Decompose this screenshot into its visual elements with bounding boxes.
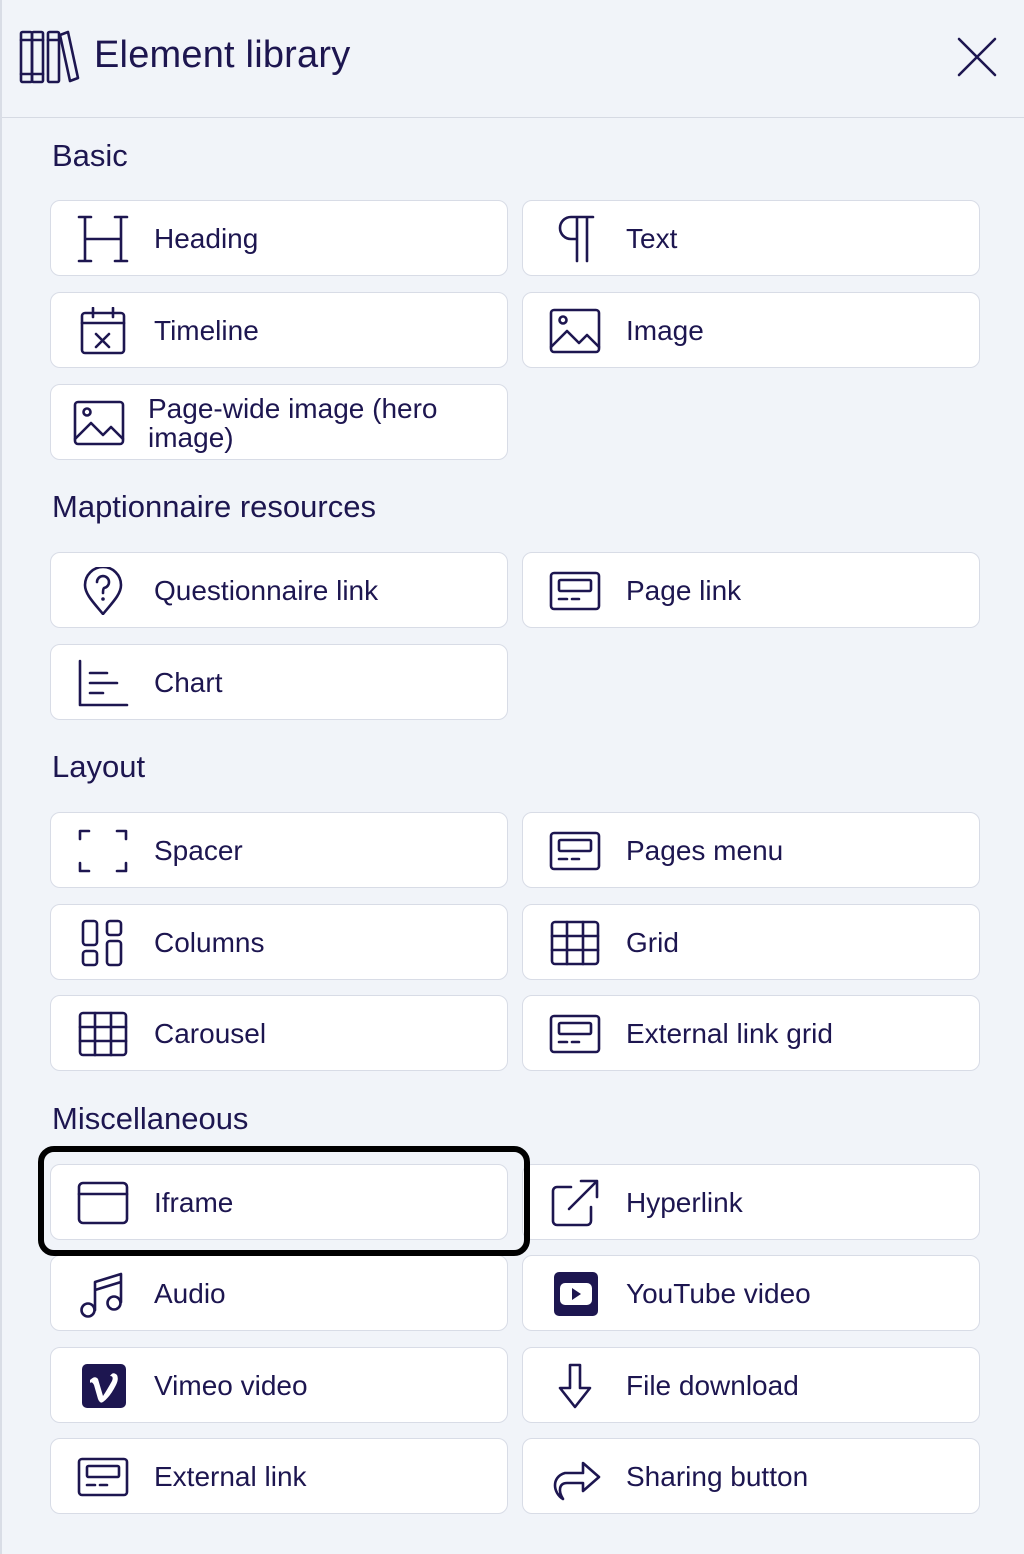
element-image[interactable]: Image bbox=[522, 292, 980, 368]
chart-icon bbox=[78, 659, 129, 707]
question-pin-icon bbox=[83, 565, 123, 616]
columns-icon bbox=[81, 919, 123, 967]
heading-icon bbox=[77, 215, 129, 263]
element-label: External link grid bbox=[626, 1018, 833, 1049]
element-external-link[interactable]: External link bbox=[50, 1438, 508, 1514]
element-pages-menu[interactable]: Pages menu bbox=[522, 812, 980, 888]
section-title-basic: Basic bbox=[52, 138, 128, 173]
share-arrow-icon bbox=[553, 1461, 601, 1501]
browser-window-icon bbox=[77, 1181, 129, 1225]
element-label: Questionnaire link bbox=[154, 575, 379, 606]
element-spacer[interactable]: Spacer bbox=[50, 812, 508, 888]
external-link-icon bbox=[77, 1457, 129, 1497]
music-note-icon bbox=[80, 1272, 123, 1318]
element-youtube-video[interactable]: YouTube video bbox=[522, 1255, 980, 1331]
element-label: Audio bbox=[154, 1278, 226, 1309]
element-hyperlink[interactable]: Hyperlink bbox=[522, 1164, 980, 1240]
element-heading[interactable]: Heading bbox=[50, 200, 508, 276]
element-label: Iframe bbox=[154, 1187, 234, 1218]
image-icon bbox=[73, 400, 125, 446]
calendar-icon bbox=[80, 306, 126, 355]
element-file-download[interactable]: File download bbox=[522, 1347, 980, 1423]
download-arrow-icon bbox=[558, 1363, 592, 1409]
element-label: External link bbox=[154, 1461, 307, 1492]
element-label: Heading bbox=[154, 223, 259, 254]
element-sharing-button[interactable]: Sharing button bbox=[522, 1438, 980, 1514]
element-external-link-grid[interactable]: External link grid bbox=[522, 995, 980, 1071]
paragraph-icon bbox=[558, 215, 595, 263]
element-hero-image[interactable]: Page-wide image (hero image) bbox=[50, 384, 508, 460]
section-title-resources: Maptionnaire resources bbox=[52, 489, 376, 524]
element-label: Page-wide image (hero image) bbox=[148, 393, 438, 453]
panel-title: Element library bbox=[94, 34, 351, 76]
element-label: Vimeo video bbox=[154, 1370, 308, 1401]
element-label: Hyperlink bbox=[626, 1187, 743, 1218]
element-label: Grid bbox=[626, 927, 679, 958]
image-icon bbox=[549, 308, 601, 354]
element-iframe[interactable]: Iframe bbox=[50, 1164, 508, 1240]
grid-icon bbox=[550, 920, 600, 966]
spacer-icon bbox=[78, 829, 128, 873]
close-icon[interactable] bbox=[954, 34, 1000, 80]
element-audio[interactable]: Audio bbox=[50, 1255, 508, 1331]
element-label: YouTube video bbox=[626, 1278, 811, 1309]
external-arrow-icon bbox=[551, 1179, 599, 1227]
element-grid[interactable]: Grid bbox=[522, 904, 980, 980]
element-library-panel: Element library Basic Heading Text Timel… bbox=[0, 0, 1024, 1554]
element-label: Pages menu bbox=[626, 835, 784, 866]
element-label: Spacer bbox=[154, 835, 243, 866]
books-icon bbox=[19, 30, 80, 84]
element-questionnaire-link[interactable]: Questionnaire link bbox=[50, 552, 508, 628]
youtube-icon bbox=[554, 1272, 598, 1316]
section-title-layout: Layout bbox=[52, 749, 146, 784]
element-label: Columns bbox=[154, 927, 265, 958]
element-label: Sharing button bbox=[626, 1461, 809, 1492]
element-carousel[interactable]: Carousel bbox=[50, 995, 508, 1071]
panel-header: Element library bbox=[2, 0, 1024, 118]
element-vimeo-video[interactable]: Vimeo video bbox=[50, 1347, 508, 1423]
element-text[interactable]: Text bbox=[522, 200, 980, 276]
element-label: Image bbox=[626, 315, 704, 346]
menu-icon bbox=[549, 831, 601, 871]
element-label: Text bbox=[626, 223, 678, 254]
grid-icon bbox=[78, 1011, 128, 1057]
element-label: Carousel bbox=[154, 1018, 267, 1049]
page-link-icon bbox=[549, 571, 601, 611]
element-label: Timeline bbox=[154, 315, 259, 346]
vimeo-icon bbox=[82, 1364, 126, 1408]
element-label: File download bbox=[626, 1370, 799, 1401]
link-grid-icon bbox=[549, 1014, 601, 1054]
element-chart[interactable]: Chart bbox=[50, 644, 508, 720]
element-label: Chart bbox=[154, 667, 223, 698]
element-columns[interactable]: Columns bbox=[50, 904, 508, 980]
element-timeline[interactable]: Timeline bbox=[50, 292, 508, 368]
element-page-link[interactable]: Page link bbox=[522, 552, 980, 628]
section-title-misc: Miscellaneous bbox=[52, 1101, 249, 1136]
element-label: Page link bbox=[626, 575, 742, 606]
